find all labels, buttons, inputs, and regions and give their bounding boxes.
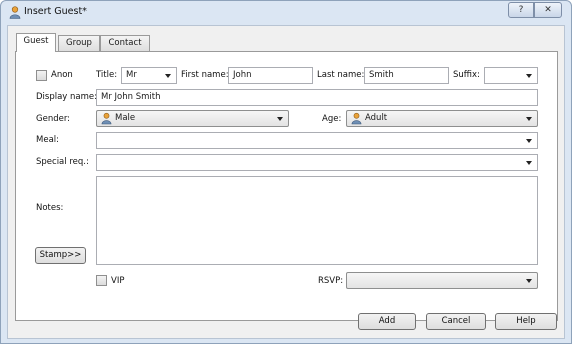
tab-label: Contact [108,38,142,48]
chevron-down-icon [526,117,532,121]
guest-tab-panel: Anon Title: Mr First name: John Last nam… [15,51,558,321]
help-title-button[interactable]: ? [508,2,534,18]
tab-guest[interactable]: Guest [16,33,56,52]
gender-label: Gender: [36,114,71,124]
cancel-button[interactable]: Cancel [426,313,486,330]
title-value: Mr [126,70,137,80]
age-select[interactable]: Adult [346,110,538,127]
last-name-label: Last name: [317,70,365,80]
help-button[interactable]: Help [495,313,557,330]
rsvp-label: RSVP: [318,276,344,286]
chevron-down-icon [277,117,283,121]
help-button-label: Help [516,316,536,326]
last-name-input[interactable]: Smith [364,67,449,84]
meal-label: Meal: [36,135,59,145]
suffix-label: Suffix: [453,70,480,80]
display-name-label: Display name: [36,92,98,102]
age-label: Age: [322,114,342,124]
suffix-select[interactable] [484,67,538,84]
chevron-down-icon [526,161,532,165]
person-icon [351,112,362,125]
first-name-label: First name: [181,70,229,80]
first-name-input[interactable]: John [228,67,313,84]
display-name-input[interactable]: Mr John Smith [96,89,538,106]
gender-value: Male [115,113,136,123]
special-req-select[interactable] [96,154,538,171]
stamp-button[interactable]: Stamp>> [35,247,86,264]
title-select[interactable]: Mr [121,67,177,84]
anon-checkbox[interactable] [36,70,47,81]
notes-textarea[interactable] [96,176,538,265]
special-req-label: Special req.: [36,157,89,167]
tab-label: Group [66,38,92,48]
dialog-window: Insert Guest* ? ✕ Guest Group Contact An… [0,0,572,344]
rsvp-select[interactable] [346,272,538,289]
age-value: Adult [365,113,388,123]
person-icon [101,112,112,125]
close-button[interactable]: ✕ [534,2,562,18]
add-button-label: Add [378,316,396,326]
person-icon [9,6,21,19]
vip-label: VIP [111,276,125,286]
title-label: Title: [96,70,118,80]
chevron-down-icon [526,74,532,78]
tab-group[interactable]: Group [58,35,100,51]
title-bar[interactable]: Insert Guest* ? ✕ [1,1,571,23]
stamp-button-label: Stamp>> [39,250,82,260]
add-button[interactable]: Add [358,313,416,330]
anon-label: Anon [51,70,73,80]
gender-select[interactable]: Male [96,110,289,127]
vip-checkbox[interactable] [96,275,107,286]
notes-label: Notes: [36,203,64,213]
chevron-down-icon [165,74,171,78]
tab-label: Guest [23,36,49,46]
chevron-down-icon [526,279,532,283]
close-icon: ✕ [544,5,552,15]
meal-select[interactable] [96,132,538,149]
tab-contact[interactable]: Contact [100,35,150,51]
dialog-client-area: Guest Group Contact Anon Title: Mr First… [7,25,565,339]
help-icon: ? [518,5,524,15]
chevron-down-icon [526,139,532,143]
window-title: Insert Guest* [24,6,87,17]
cancel-button-label: Cancel [441,316,471,326]
